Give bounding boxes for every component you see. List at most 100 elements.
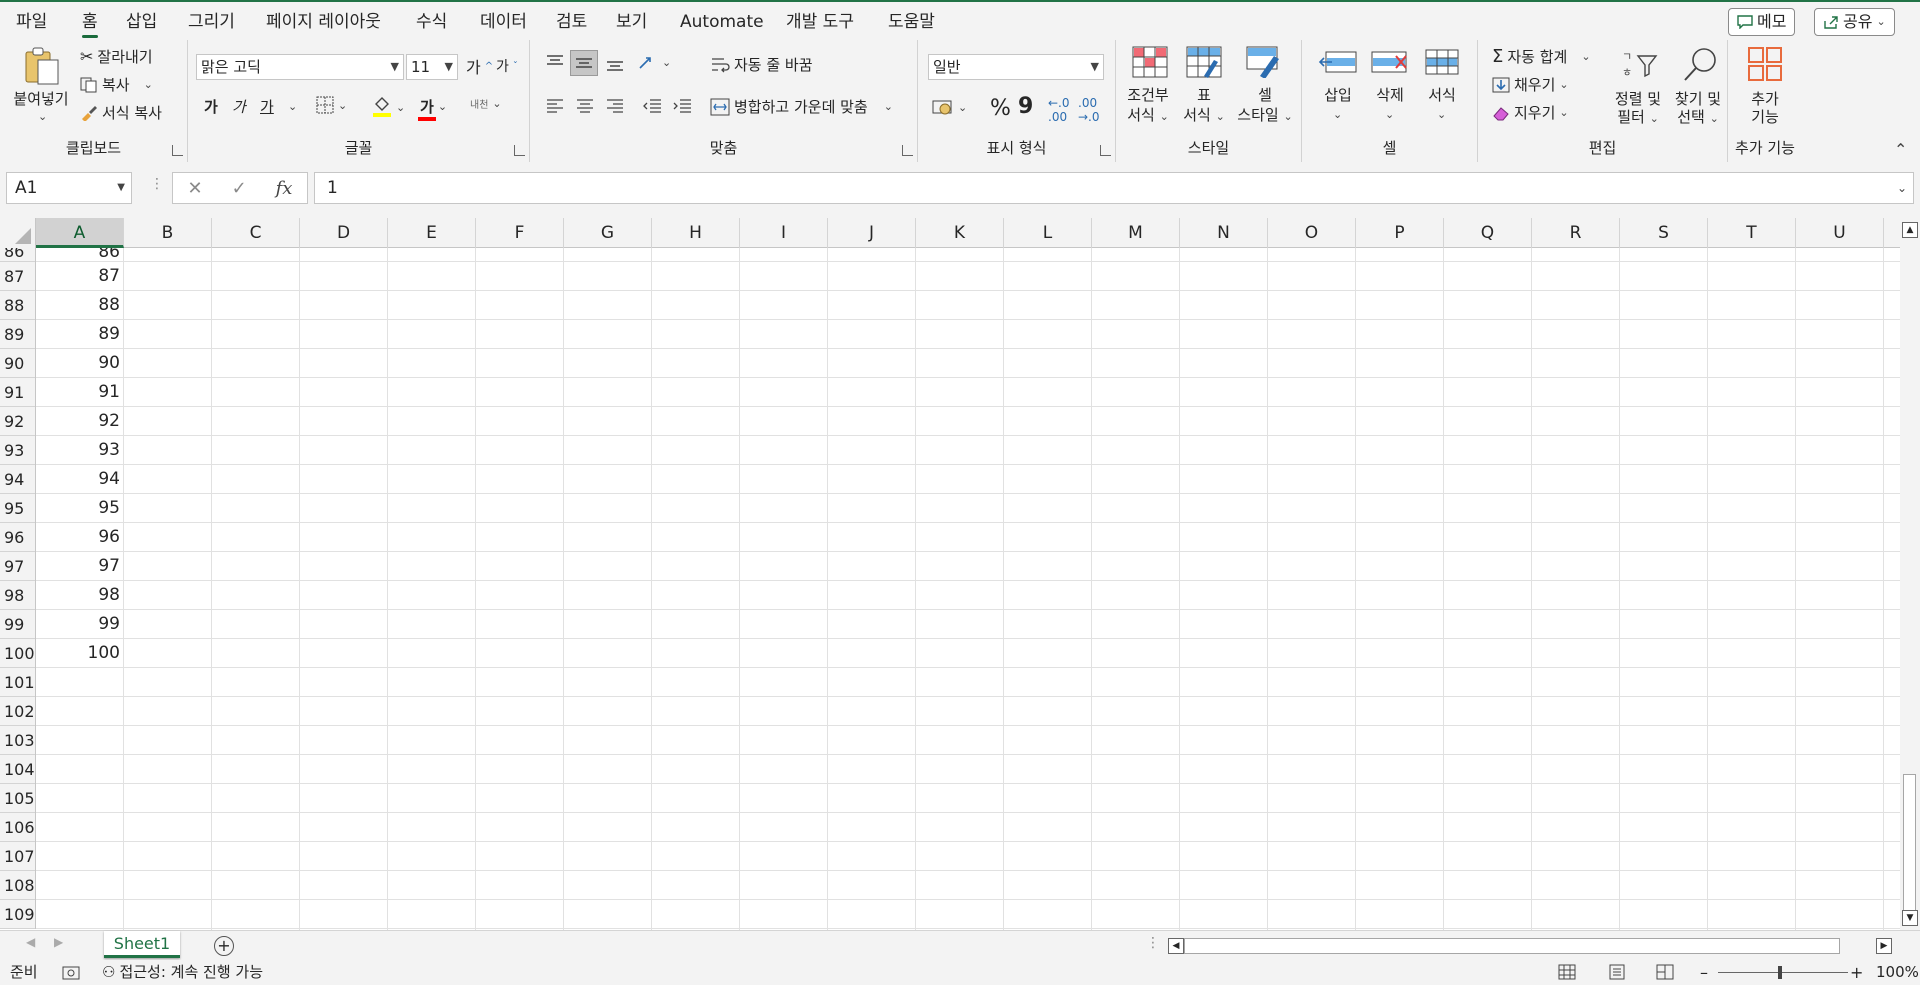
conditional-format-button[interactable]: 조건부 서식 ⌄ <box>1120 46 1176 132</box>
tab-view[interactable]: 보기 <box>616 10 647 36</box>
tab-automate[interactable]: Automate <box>680 10 764 36</box>
row-header[interactable]: 101 <box>0 668 35 697</box>
row-header[interactable]: 90 <box>0 349 35 378</box>
row-header[interactable]: 88 <box>0 291 35 320</box>
collapse-ribbon-icon[interactable]: ⌃ <box>1894 140 1907 159</box>
zoom-slider-thumb[interactable] <box>1778 966 1782 979</box>
wrap-text-button[interactable]: 자동 줄 바꿈 <box>710 54 813 75</box>
insert-cells-button[interactable]: 삽입 ⌄ <box>1316 46 1360 132</box>
shrink-font-button[interactable]: 가ˇ <box>496 56 518 76</box>
align-center-icon[interactable] <box>576 98 594 114</box>
bold-button[interactable]: 가 <box>204 96 218 117</box>
row-header[interactable]: 97 <box>0 552 35 581</box>
cell-a[interactable]: 88 <box>36 291 124 320</box>
cancel-icon[interactable]: ✕ <box>187 178 202 199</box>
cell-a[interactable]: 98 <box>36 581 124 610</box>
column-header-d[interactable]: D <box>300 218 388 248</box>
chevron-down-icon[interactable]: ⌄ <box>288 100 297 113</box>
tab-review[interactable]: 검토 <box>556 10 587 36</box>
column-header-l[interactable]: L <box>1004 218 1092 248</box>
zoom-level[interactable]: 100% <box>1876 960 1919 985</box>
macro-recording-icon[interactable] <box>62 965 82 981</box>
align-middle-button[interactable] <box>570 50 598 76</box>
column-header-p[interactable]: P <box>1356 218 1444 248</box>
row-header[interactable]: 99 <box>0 610 35 639</box>
accounting-format-button[interactable]: ⌄ <box>932 98 967 116</box>
normal-view-icon[interactable] <box>1558 964 1576 980</box>
row-header[interactable]: 94 <box>0 465 35 494</box>
formula-input[interactable]: 1 ⌄ <box>314 172 1914 204</box>
font-size-select[interactable]: 11 ▼ <box>406 54 458 80</box>
column-header-a[interactable]: A <box>36 218 124 248</box>
column-header-h[interactable]: H <box>652 218 740 248</box>
scroll-left-icon[interactable]: ◀ <box>1168 938 1184 954</box>
chevron-down-icon[interactable]: ⌄ <box>144 78 153 91</box>
column-header-b[interactable]: B <box>124 218 212 248</box>
column-header-u[interactable]: U <box>1796 218 1884 248</box>
name-box[interactable]: A1 ▼ <box>6 172 132 204</box>
underline-button[interactable]: 가 <box>260 96 274 117</box>
column-header-o[interactable]: O <box>1268 218 1356 248</box>
autosum-button[interactable]: Σ 자동 합계 ⌄ <box>1492 46 1591 67</box>
scroll-down-icon[interactable]: ▼ <box>1902 910 1918 926</box>
column-header-i[interactable]: I <box>740 218 828 248</box>
column-header-n[interactable]: N <box>1180 218 1268 248</box>
clear-button[interactable]: 지우기 ⌄ <box>1492 102 1569 123</box>
orientation-button[interactable]: ⌄ <box>638 54 671 70</box>
cell-a[interactable]: 91 <box>36 378 124 407</box>
column-header-m[interactable]: M <box>1092 218 1180 248</box>
format-as-table-button[interactable]: 표 서식 ⌄ <box>1178 46 1230 132</box>
addins-button[interactable]: 추가 기능 <box>1732 46 1798 132</box>
decrease-decimal-button[interactable]: .00 →.0 <box>1078 96 1100 124</box>
chevron-down-icon[interactable]: ⌄ <box>1876 9 1885 35</box>
merge-center-button[interactable]: 병합하고 가운데 맞춤 ⌄ <box>710 96 893 117</box>
sheet-tab-sheet1[interactable]: Sheet1 <box>104 931 180 958</box>
horizontal-scroll-thumb[interactable] <box>1184 938 1840 954</box>
row-header[interactable]: 102 <box>0 697 35 726</box>
chevron-down-icon[interactable]: ⌄ <box>38 110 47 123</box>
cell-a[interactable]: 100 <box>36 639 124 668</box>
sort-filter-button[interactable]: ㄱㅎ 정렬 및 필터 ⌄ <box>1608 46 1668 132</box>
number-format-select[interactable]: 일반 ▼ <box>928 54 1104 80</box>
sheet-prev-icon[interactable]: ◀ <box>26 935 35 949</box>
cut-button[interactable]: ✂ 잘라내기 <box>80 46 153 67</box>
borders-button[interactable]: ⌄ <box>316 96 347 114</box>
column-header-s[interactable]: S <box>1620 218 1708 248</box>
copy-button[interactable]: 복사 ⌄ <box>80 74 153 95</box>
italic-button[interactable]: 가 <box>232 96 246 117</box>
zoom-in-icon[interactable]: + <box>1850 960 1863 985</box>
row-header[interactable]: 107 <box>0 842 35 871</box>
comma-style-button[interactable]: 9 <box>1018 94 1033 119</box>
page-break-view-icon[interactable] <box>1656 964 1674 980</box>
share-button[interactable]: 공유 ⌄ <box>1814 8 1895 36</box>
increase-decimal-button[interactable]: ←.0.00 <box>1048 96 1070 124</box>
row-header[interactable]: 104 <box>0 755 35 784</box>
column-header-e[interactable]: E <box>388 218 476 248</box>
tab-data[interactable]: 데이터 <box>480 10 527 36</box>
tab-insert[interactable]: 삽입 <box>126 10 157 36</box>
accessibility-status[interactable]: ⚇ 접근성: 계속 진행 가능 <box>102 960 263 985</box>
row-header[interactable]: 95 <box>0 494 35 523</box>
cell-a[interactable]: 92 <box>36 407 124 436</box>
cell-a[interactable]: 96 <box>36 523 124 552</box>
increase-indent-icon[interactable] <box>672 98 692 114</box>
column-header-c[interactable]: C <box>212 218 300 248</box>
column-header-j[interactable]: J <box>828 218 916 248</box>
page-layout-view-icon[interactable] <box>1608 964 1626 980</box>
select-all-button[interactable] <box>0 218 36 248</box>
fill-color-button[interactable]: ⌄ <box>372 96 405 118</box>
phonetic-guide-button[interactable]: 내천 ⌄ <box>470 96 502 111</box>
tab-help[interactable]: 도움말 <box>888 10 935 36</box>
dialog-launcher-icon[interactable] <box>172 145 183 156</box>
column-header-f[interactable]: F <box>476 218 564 248</box>
tab-home[interactable]: 홈 <box>82 10 98 38</box>
vertical-scroll-thumb[interactable] <box>1903 774 1916 914</box>
cell-a[interactable]: 94 <box>36 465 124 494</box>
dialog-launcher-icon[interactable] <box>902 145 913 156</box>
scroll-up-icon[interactable]: ▲ <box>1902 222 1918 238</box>
row-header[interactable]: 92 <box>0 407 35 436</box>
row-header[interactable]: 105 <box>0 784 35 813</box>
column-header-t[interactable]: T <box>1708 218 1796 248</box>
find-select-button[interactable]: 찾기 및 선택 ⌄ <box>1670 46 1726 132</box>
column-header-g[interactable]: G <box>564 218 652 248</box>
